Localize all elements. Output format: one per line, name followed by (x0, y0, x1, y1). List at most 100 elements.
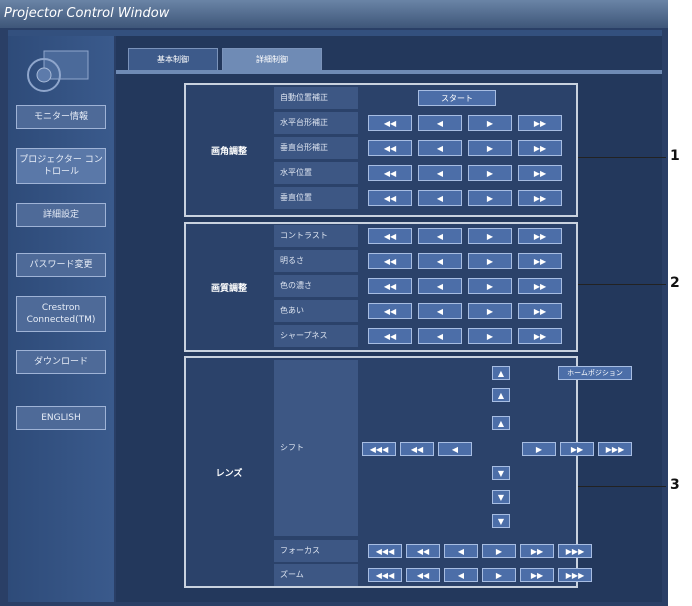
zoom-left-button[interactable]: ◀ (444, 568, 478, 582)
sidebar-item-projector-control[interactable]: プロジェクター コントロール (16, 148, 106, 184)
fast-left-button[interactable]: ◀◀ (368, 278, 412, 294)
section-picture-title: 画質調整 (210, 283, 247, 294)
zoom-right-fast3-button[interactable]: ▶▶▶ (558, 568, 592, 582)
left-button[interactable]: ◀ (418, 278, 462, 294)
callout-number-3: 3 (670, 477, 680, 493)
fast-left-button[interactable]: ◀◀ (368, 165, 412, 181)
row-v-position: 垂直位置 ◀◀ ◀ ▶ ▶▶ (274, 187, 576, 209)
row-label: 水平台形補正 (274, 112, 358, 134)
sidebar-item-detailed-settings[interactable]: 詳細設定 (16, 203, 106, 227)
fast-left-button[interactable]: ◀◀ (368, 190, 412, 206)
window-title: Projector Control Window (0, 0, 668, 28)
sidebar-item-change-password[interactable]: パスワード変更 (16, 253, 106, 277)
right-button[interactable]: ▶ (468, 140, 512, 156)
row-v-keystone: 垂直台形補正 ◀◀ ◀ ▶ ▶▶ (274, 137, 576, 159)
row-label: シャープネス (274, 325, 358, 347)
zoom-left-fast-button[interactable]: ◀◀ (406, 568, 440, 582)
callout-line-3 (578, 486, 666, 487)
fast-right-button[interactable]: ▶▶ (518, 253, 562, 269)
row-contrast: コントラスト ◀◀ ◀ ▶ ▶▶ (274, 225, 576, 247)
callout-number-1: 1 (670, 148, 680, 164)
fast-right-button[interactable]: ▶▶ (518, 190, 562, 206)
row-auto-position: 自動位置補正 スタート (274, 87, 576, 109)
callout-line-1 (578, 157, 666, 158)
fast-right-button[interactable]: ▶▶ (518, 115, 562, 131)
row-label: コントラスト (274, 225, 358, 247)
fast-right-button[interactable]: ▶▶ (518, 140, 562, 156)
tab-detailed-control[interactable]: 詳細制御 (222, 48, 322, 70)
section-lens-title: レンズ (215, 468, 243, 479)
home-position-button[interactable]: ホームポジション (558, 366, 632, 380)
fast-left-button[interactable]: ◀◀ (368, 253, 412, 269)
zoom-right-fast-button[interactable]: ▶▶ (520, 568, 554, 582)
left-button[interactable]: ◀ (418, 228, 462, 244)
shift-right-fast-button[interactable]: ▶▶ (560, 442, 594, 456)
shift-up-fast3-button[interactable]: ▲ (492, 366, 510, 380)
left-button[interactable]: ◀ (418, 190, 462, 206)
focus-left-fast3-button[interactable]: ◀◀◀ (368, 544, 402, 558)
right-button[interactable]: ▶ (468, 253, 512, 269)
left-button[interactable]: ◀ (418, 328, 462, 344)
focus-left-button[interactable]: ◀ (444, 544, 478, 558)
row-h-position: 水平位置 ◀◀ ◀ ▶ ▶▶ (274, 162, 576, 184)
shift-right-button[interactable]: ▶ (522, 442, 556, 456)
left-button[interactable]: ◀ (418, 140, 462, 156)
section-lens: レンズ シフト ホームポジション ▲ ▲ ▲ ◀◀◀ ◀◀ ◀ ▶ ▶▶ ▶▶▶… (184, 356, 632, 588)
sidebar-item-crestron-connected[interactable]: Crestron Connected(TM) (16, 296, 106, 332)
row-label: 水平位置 (274, 162, 358, 184)
shift-up-button[interactable]: ▲ (492, 416, 510, 430)
row-label: ズーム (274, 564, 358, 586)
right-button[interactable]: ▶ (468, 303, 512, 319)
left-button[interactable]: ◀ (418, 253, 462, 269)
right-button[interactable]: ▶ (468, 278, 512, 294)
shift-right-fast3-button[interactable]: ▶▶▶ (598, 442, 632, 456)
shift-left-button[interactable]: ◀ (438, 442, 472, 456)
right-button[interactable]: ▶ (468, 115, 512, 131)
shift-left-fast-button[interactable]: ◀◀ (400, 442, 434, 456)
right-button[interactable]: ▶ (468, 190, 512, 206)
row-zoom: ズーム ◀◀◀ ◀◀ ◀ ▶ ▶▶ ▶▶▶ (274, 564, 592, 586)
callout-number-2: 2 (670, 275, 680, 291)
row-label: シフト (274, 360, 358, 536)
section-angle-title: 画角調整 (210, 146, 247, 157)
fast-left-button[interactable]: ◀◀ (368, 140, 412, 156)
focus-right-fast3-button[interactable]: ▶▶▶ (558, 544, 592, 558)
fast-right-button[interactable]: ▶▶ (518, 303, 562, 319)
tab-basic-control[interactable]: 基本制御 (128, 48, 218, 70)
fast-right-button[interactable]: ▶▶ (518, 278, 562, 294)
start-button[interactable]: スタート (418, 90, 496, 106)
row-sharpness: シャープネス ◀◀ ◀ ▶ ▶▶ (274, 325, 576, 347)
zoom-left-fast3-button[interactable]: ◀◀◀ (368, 568, 402, 582)
row-h-keystone: 水平台形補正 ◀◀ ◀ ▶ ▶▶ (274, 112, 576, 134)
fast-left-button[interactable]: ◀◀ (368, 303, 412, 319)
left-button[interactable]: ◀ (418, 303, 462, 319)
row-focus: フォーカス ◀◀◀ ◀◀ ◀ ▶ ▶▶ ▶▶▶ (274, 540, 592, 562)
sidebar-item-download[interactable]: ダウンロード (16, 350, 106, 374)
shift-left-fast3-button[interactable]: ◀◀◀ (362, 442, 396, 456)
focus-right-fast-button[interactable]: ▶▶ (520, 544, 554, 558)
right-button[interactable]: ▶ (468, 165, 512, 181)
row-tint: 色あい ◀◀ ◀ ▶ ▶▶ (274, 300, 576, 322)
fast-left-button[interactable]: ◀◀ (368, 115, 412, 131)
fast-left-button[interactable]: ◀◀ (368, 328, 412, 344)
fast-right-button[interactable]: ▶▶ (518, 228, 562, 244)
left-button[interactable]: ◀ (418, 115, 462, 131)
shift-down-button[interactable]: ▼ (492, 466, 510, 480)
sidebar-item-monitor-info[interactable]: モニター情報 (16, 105, 106, 129)
shift-up-fast-button[interactable]: ▲ (492, 388, 510, 402)
left-button[interactable]: ◀ (418, 165, 462, 181)
focus-left-fast-button[interactable]: ◀◀ (406, 544, 440, 558)
right-button[interactable]: ▶ (468, 328, 512, 344)
sidebar-item-english[interactable]: ENGLISH (16, 406, 106, 430)
shift-down-fast3-button[interactable]: ▼ (492, 514, 510, 528)
callout-line-2 (578, 284, 666, 285)
fast-left-button[interactable]: ◀◀ (368, 228, 412, 244)
focus-right-button[interactable]: ▶ (482, 544, 516, 558)
row-label: 垂直台形補正 (274, 137, 358, 159)
row-color: 色の濃さ ◀◀ ◀ ▶ ▶▶ (274, 275, 576, 297)
shift-down-fast-button[interactable]: ▼ (492, 490, 510, 504)
fast-right-button[interactable]: ▶▶ (518, 328, 562, 344)
fast-right-button[interactable]: ▶▶ (518, 165, 562, 181)
right-button[interactable]: ▶ (468, 228, 512, 244)
zoom-right-button[interactable]: ▶ (482, 568, 516, 582)
